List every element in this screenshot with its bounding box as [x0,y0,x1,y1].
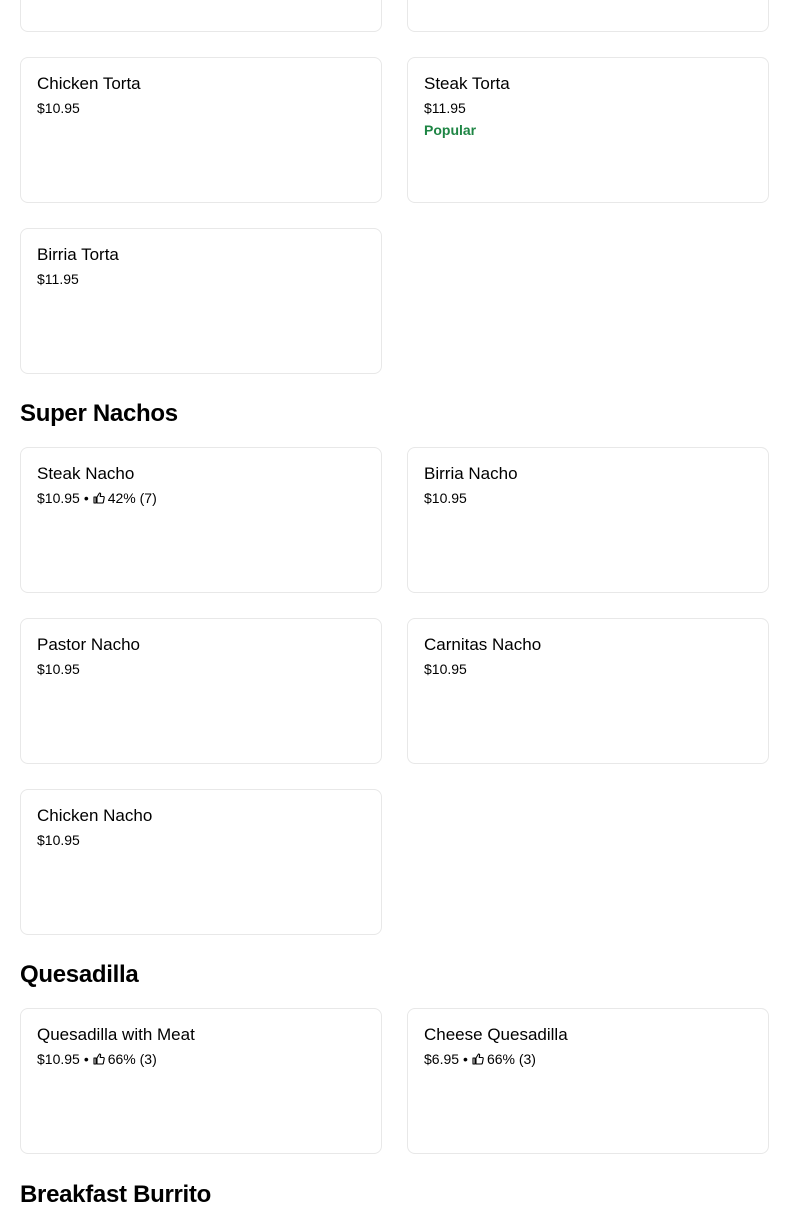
item-price: $10.95 [424,661,467,677]
menu-item-card-steak-torta[interactable]: Steak Torta $11.95 Popular [407,57,769,203]
item-rating: 66% (3) [486,1051,536,1067]
menu-item-card[interactable] [20,0,382,32]
popular-badge: Popular [424,122,477,138]
section-title-super-nachos: Super Nachos [20,400,178,427]
menu-item-card[interactable] [407,0,769,32]
item-name: Chicken Torta [37,74,141,93]
item-meta: $6.95 • 66% (3) [424,1049,536,1069]
thumbs-up-icon [93,492,105,504]
menu-item-card-cheese-quesadilla[interactable]: Cheese Quesadilla $6.95 • 66% (3) [407,1008,769,1154]
item-price: $11.95 [424,100,466,116]
menu-item-card-birria-torta[interactable]: Birria Torta $11.95 [20,228,382,374]
item-price: $10.95 [37,661,80,677]
item-name: Steak Torta [424,74,510,93]
meta-separator: • [83,1051,89,1067]
item-price: $10.95 [37,490,80,506]
item-rating: 66% (3) [107,1051,157,1067]
item-name: Pastor Nacho [37,635,140,654]
section-title-quesadilla: Quesadilla [20,961,139,988]
item-name: Chicken Nacho [37,806,153,825]
item-price: $11.95 [37,271,79,287]
menu-item-card-carnitas-nacho[interactable]: Carnitas Nacho $10.95 [407,618,769,764]
menu-item-card-steak-nacho[interactable]: Steak Nacho $10.95 • 42% (7) [20,447,382,593]
item-price: $6.95 [424,1051,460,1067]
menu-item-card-birria-nacho[interactable]: Birria Nacho $10.95 [407,447,769,593]
menu-item-card-chicken-torta[interactable]: Chicken Torta $10.95 [20,57,382,203]
item-price: $10.95 [37,100,80,116]
item-name: Birria Torta [37,245,119,264]
item-name: Cheese Quesadilla [424,1025,568,1044]
item-price: $10.95 [37,832,80,848]
item-rating: 42% (7) [107,490,157,506]
thumbs-up-icon [93,1053,105,1065]
item-meta: $11.95 [424,98,466,118]
thumbs-up-icon [472,1053,484,1065]
item-meta: $11.95 [37,269,79,289]
item-name: Birria Nacho [424,464,518,483]
menu-item-card-pastor-nacho[interactable]: Pastor Nacho $10.95 [20,618,382,764]
item-price: $10.95 [37,1051,80,1067]
item-name: Steak Nacho [37,464,135,483]
item-meta: $10.95 [424,488,467,508]
item-price: $10.95 [424,490,467,506]
menu-item-card-quesadilla-with-meat[interactable]: Quesadilla with Meat $10.95 • 66% (3) [20,1008,382,1154]
meta-separator: • [83,490,89,506]
item-meta: $10.95 • 42% (7) [37,488,157,508]
item-name: Quesadilla with Meat [37,1025,195,1044]
item-meta: $10.95 [37,830,80,850]
menu-item-card-chicken-nacho[interactable]: Chicken Nacho $10.95 [20,789,382,935]
item-name: Carnitas Nacho [424,635,542,654]
item-meta: $10.95 [37,98,80,118]
item-meta: $10.95 [37,659,80,679]
section-title-breakfast-burrito: Breakfast Burrito [20,1181,211,1208]
item-meta: $10.95 • 66% (3) [37,1049,157,1069]
meta-separator: • [463,1051,468,1067]
item-meta: $10.95 [424,659,467,679]
